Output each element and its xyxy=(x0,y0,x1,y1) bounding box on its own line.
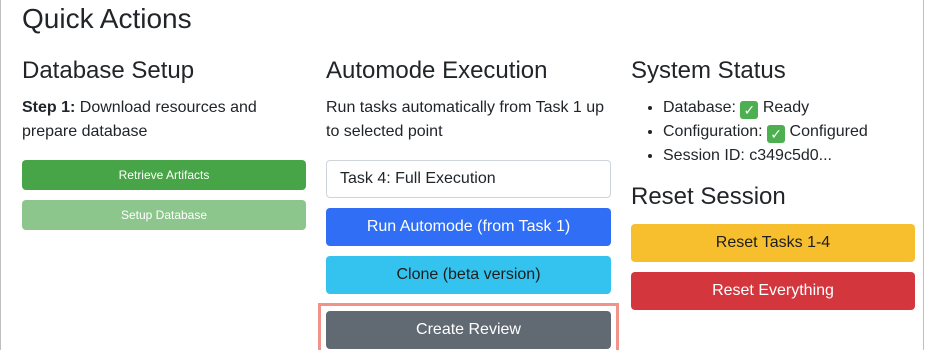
status-item-configuration: Configuration: ✓ Configured xyxy=(663,120,915,144)
automode-execution-section: Automode Execution Run tasks automatical… xyxy=(318,56,619,350)
create-review-button[interactable]: Create Review xyxy=(326,311,611,349)
database-setup-description: Step 1: Download resources and prepare d… xyxy=(22,96,306,144)
system-status-section: System Status Database: ✓ Ready Configur… xyxy=(631,56,915,310)
status-item-database: Database: ✓ Ready xyxy=(663,96,915,120)
step-label: Step 1: xyxy=(22,99,76,116)
database-setup-section: Database Setup Step 1: Download resource… xyxy=(22,56,306,230)
retrieve-artifacts-button[interactable]: Retrieve Artifacts xyxy=(22,160,306,190)
setup-database-button[interactable]: Setup Database xyxy=(22,200,306,230)
check-icon: ✓ xyxy=(767,125,786,143)
check-icon: ✓ xyxy=(740,101,759,119)
automode-description: Run tasks automatically from Task 1 up t… xyxy=(326,99,605,140)
run-automode-button[interactable]: Run Automode (from Task 1) xyxy=(326,208,611,246)
status-value: Ready xyxy=(758,99,810,116)
status-value: Configured xyxy=(785,123,868,140)
page-title: Quick Actions xyxy=(22,3,192,34)
status-label: Configuration: xyxy=(663,123,768,140)
database-setup-title: Database Setup xyxy=(22,57,195,84)
automode-execution-title: Automode Execution xyxy=(326,57,548,84)
clone-button[interactable]: Clone (beta version) xyxy=(326,256,611,294)
system-status-title: System Status xyxy=(631,57,786,84)
reset-session-title: Reset Session xyxy=(631,183,786,210)
status-label: Database: xyxy=(663,99,741,116)
reset-tasks-button[interactable]: Reset Tasks 1-4 xyxy=(631,224,915,262)
create-review-highlight: Create Review xyxy=(318,303,619,350)
status-label: Session ID: c349c5d0... xyxy=(663,147,832,164)
status-list: Database: ✓ Ready Configuration: ✓ Confi… xyxy=(631,96,915,168)
reset-everything-button[interactable]: Reset Everything xyxy=(631,272,915,310)
quick-actions-panel: Quick Actions Database Setup Step 1: Dow… xyxy=(0,0,924,350)
task-select[interactable]: Task 4: Full Execution xyxy=(326,160,611,198)
status-item-session-id: Session ID: c349c5d0... xyxy=(663,144,915,168)
